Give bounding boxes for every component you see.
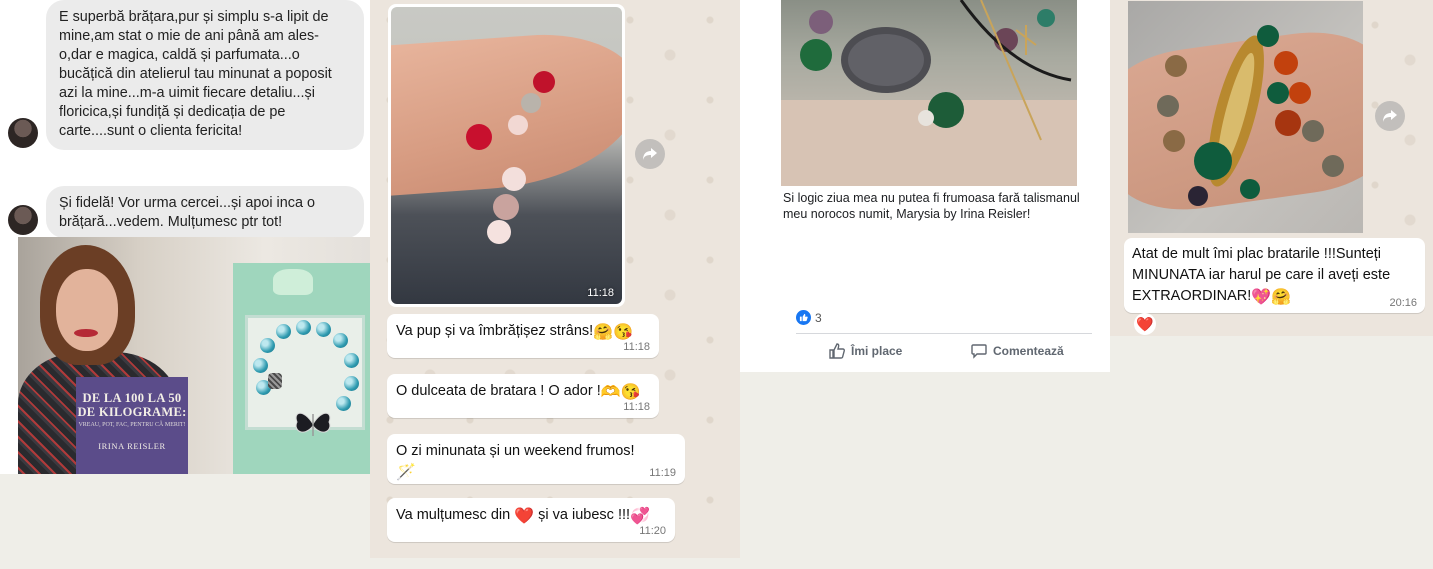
reaction-count: 3 [815, 310, 822, 325]
book-cover: DE LA 100 LA 50 DE KILOGRAME: VREAU, POT… [76, 377, 188, 474]
book-title: DE LA 100 LA 50 DE KILOGRAME: [77, 391, 187, 419]
sender-avatar[interactable] [8, 205, 38, 235]
forward-icon[interactable] [1375, 101, 1405, 131]
bracelet-bead [260, 338, 275, 353]
hug-kiss-emoji: 🤗😘 [593, 324, 634, 341]
bracelet-stack [1157, 25, 1344, 206]
photo-person-lips [74, 329, 98, 337]
bracelets-photo[interactable] [1128, 1, 1363, 233]
message-text: Va pup și va îmbrățișez strâns!🤗😘 [396, 323, 634, 341]
book-author: IRINA REISLER [98, 441, 166, 451]
bracelet-bead [276, 324, 291, 339]
chat-bubble: Va pup și va îmbrățișez strâns!🤗😘 11:18 [387, 314, 659, 358]
message-time: 11:18 [623, 341, 650, 353]
butterfly-charm-icon [295, 412, 331, 436]
gift-box [233, 263, 370, 474]
bracelet-bead [253, 358, 268, 373]
thumbs-up-icon [829, 343, 845, 359]
heart-hands-kiss-emoji: 🫶😘 [600, 384, 641, 401]
revolving-hearts-emoji: 💞 [630, 508, 650, 525]
chat-bubble: Va mulțumesc din ❤️ și va iubesc !!!💞 11… [387, 498, 675, 542]
book-subtitle: VREAU, POT, FAC, PENTRU CĂ MERIT! [78, 422, 186, 428]
comment-icon [971, 344, 987, 359]
bracelet-bead [333, 333, 348, 348]
message-text: O dulceata de bratara ! O ador !🫶😘 [396, 383, 641, 401]
messenger-panel: E superbă brățara,pur și simplu s-a lipi… [0, 0, 370, 474]
reaction-summary[interactable]: 3 [796, 310, 822, 325]
forward-icon[interactable] [635, 139, 665, 169]
chat-bubble: O dulceata de bratara ! O ador !🫶😘 11:18 [387, 374, 659, 418]
post-photo[interactable] [781, 0, 1077, 186]
red-heart-emoji: ❤️ [1136, 316, 1154, 332]
like-button[interactable]: Îmi place [828, 342, 902, 360]
gift-box-inner [245, 315, 365, 436]
bracelet-photo[interactable]: 11:18 [391, 7, 622, 304]
post-caption: Si logic ziua mea nu putea fi frumoasa f… [783, 191, 1080, 221]
message-time: 11:18 [623, 401, 650, 413]
bracelet-charm [268, 373, 282, 389]
magic-wand-emoji: 🪄 [396, 464, 416, 481]
sender-avatar[interactable] [8, 118, 38, 148]
bracelet-bead [344, 353, 359, 368]
chat-bubble: Și fidelă! Vor urma cercei...și apoi inc… [46, 186, 364, 238]
like-reaction-icon [796, 310, 811, 325]
bracelet-bead [316, 322, 331, 337]
whatsapp-panel-2: Atat de mult îmi plac bratarile !!!Sunte… [1110, 0, 1433, 336]
message-text: E superbă brățara,pur și simplu s-a lipi… [59, 9, 332, 139]
chat-bubble: Atat de mult îmi plac bratarile !!!Sunte… [1124, 238, 1425, 313]
whatsapp-panel-1: 11:18 Va pup și va îmbrățișez strâns!🤗😘 … [370, 0, 740, 558]
like-label: Îmi place [851, 344, 903, 358]
gift-ribbon [273, 269, 313, 295]
bracelet-bead [296, 320, 311, 335]
bracelet-on-wrist [466, 71, 555, 244]
red-heart-emoji: ❤️ [514, 508, 535, 525]
image-message[interactable]: 11:18 [388, 4, 625, 307]
chat-bubble: E superbă brățara,pur și simplu s-a lipi… [46, 0, 364, 150]
message-reaction[interactable]: ❤️ [1134, 313, 1156, 335]
bracelet-bead [336, 396, 351, 411]
message-text: Va mulțumesc din ❤️ și va iubesc !!!💞 [396, 507, 650, 525]
chat-bubble: O zi minunata și un weekend frumos! 🪄 11:… [387, 434, 685, 484]
shared-photo[interactable]: DE LA 100 LA 50 DE KILOGRAME: VREAU, POT… [18, 237, 370, 474]
heart-hug-emoji: 💖🤗 [1251, 289, 1292, 306]
message-text: Și fidelă! Vor urma cercei...și apoi inc… [59, 195, 315, 230]
message-time: 11:20 [639, 525, 666, 537]
bracelet-bead [344, 376, 359, 391]
message-time: 11:18 [587, 287, 614, 299]
bracelets-photo [781, 0, 1077, 186]
comment-button[interactable]: Comentează [970, 342, 1064, 360]
comment-label: Comentează [993, 344, 1064, 358]
photo-person-face [56, 269, 118, 351]
facebook-post-panel: Si logic ziua mea nu putea fi frumoasa f… [740, 0, 1110, 372]
divider [796, 333, 1092, 334]
message-text: Atat de mult îmi plac bratarile !!!Sunte… [1132, 246, 1391, 306]
message-time: 11:19 [649, 467, 676, 479]
